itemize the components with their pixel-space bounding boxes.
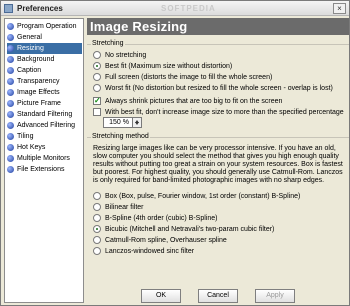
option-label: Catmull-Rom spline, Overhauser spline bbox=[105, 236, 227, 244]
sidebar-item-label: Image Effects bbox=[17, 89, 60, 96]
sidebar-item-resizing[interactable]: Resizing bbox=[7, 43, 82, 54]
bullet-icon bbox=[7, 45, 14, 52]
method-option-bicubic[interactable]: Bicubic (Mitchell and Netravali's two-pa… bbox=[93, 224, 274, 234]
method-group: Stretching method bbox=[87, 133, 349, 140]
option-label: Bilinear filter bbox=[105, 203, 144, 211]
sidebar-item-multiple-monitors[interactable]: Multiple Monitors bbox=[7, 153, 82, 164]
stretch-option-full-screen[interactable]: Full screen (distorts the image to fill … bbox=[93, 72, 272, 82]
checkbox[interactable] bbox=[93, 108, 101, 116]
percentage-input[interactable]: 150 % bbox=[103, 117, 133, 128]
method-option-box[interactable]: Box (Box, pulse, Fourier window, 1st ord… bbox=[93, 191, 300, 201]
sidebar-item-transparency[interactable]: Transparency bbox=[7, 76, 82, 87]
sidebar-item-caption[interactable]: Caption bbox=[7, 65, 82, 76]
ok-button[interactable]: OK bbox=[141, 289, 181, 303]
checkbox-checked[interactable] bbox=[93, 96, 101, 105]
stretching-group: Stretching bbox=[87, 40, 349, 47]
bullet-icon bbox=[7, 155, 14, 162]
radio-button[interactable] bbox=[93, 203, 101, 211]
sidebar-item-label: Multiple Monitors bbox=[17, 155, 70, 162]
sidebar-item-label: Standard Filtering bbox=[17, 111, 73, 118]
percentage-spinner[interactable]: 150 % bbox=[103, 117, 148, 128]
stretch-option-no-stretching[interactable]: No stretching bbox=[93, 50, 146, 60]
limit-percentage-checkbox[interactable]: With best fit, don't increase image size… bbox=[93, 107, 344, 117]
bullet-icon bbox=[7, 111, 14, 118]
sidebar-item-label: Advanced Filtering bbox=[17, 122, 75, 129]
spin-down-icon[interactable] bbox=[135, 122, 139, 125]
stretch-option-best-fit[interactable]: Best fit (Maximum size without distortio… bbox=[93, 61, 232, 71]
bullet-icon bbox=[7, 122, 14, 129]
sidebar-item-hot-keys[interactable]: Hot Keys bbox=[7, 142, 82, 153]
sidebar-item-label: Resizing bbox=[17, 45, 44, 52]
sidebar-item-image-effects[interactable]: Image Effects bbox=[7, 87, 82, 98]
watermark: SOFTPEDIA bbox=[161, 4, 216, 13]
method-option-catmull-rom[interactable]: Catmull-Rom spline, Overhauser spline bbox=[93, 235, 227, 245]
bullet-icon bbox=[7, 67, 14, 74]
option-label: B-Spline (4th order (cubic) B-Spline) bbox=[105, 214, 218, 222]
bullet-icon bbox=[7, 144, 14, 151]
bullet-icon bbox=[7, 23, 14, 30]
option-label: No stretching bbox=[105, 51, 147, 59]
option-label: Worst fit (No distortion but resized to … bbox=[105, 84, 333, 92]
radio-button-selected[interactable] bbox=[93, 62, 101, 70]
sidebar-item-label: Hot Keys bbox=[17, 144, 46, 151]
method-description: Resizing large images like can be very p… bbox=[93, 145, 343, 184]
bullet-icon bbox=[7, 166, 14, 173]
always-shrink-checkbox[interactable]: Always shrink pictures that are too big … bbox=[93, 96, 282, 106]
radio-button[interactable] bbox=[93, 51, 101, 59]
bullet-icon bbox=[7, 89, 14, 96]
bullet-icon bbox=[7, 34, 14, 41]
bullet-icon bbox=[7, 56, 14, 63]
window-title: Preferences bbox=[17, 4, 63, 13]
option-label: Lanczos-windowed sinc filter bbox=[105, 247, 195, 255]
sidebar-item-background[interactable]: Background bbox=[7, 54, 82, 65]
sidebar-item-label: Background bbox=[17, 56, 55, 63]
sidebar-item-label: General bbox=[17, 34, 42, 41]
option-label: Best fit (Maximum size without distortio… bbox=[105, 62, 233, 70]
method-option-lanczos[interactable]: Lanczos-windowed sinc filter bbox=[93, 246, 194, 256]
radio-button[interactable] bbox=[93, 236, 101, 244]
checkbox-label: With best fit, don't increase image size… bbox=[105, 108, 344, 116]
sidebar-item-label: Transparency bbox=[17, 78, 60, 85]
cancel-button[interactable]: Cancel bbox=[198, 289, 238, 303]
preferences-window: Preferences SOFTPEDIA × Program Operatio… bbox=[0, 0, 350, 306]
sidebar-item-label: Caption bbox=[17, 67, 42, 74]
radio-button-selected[interactable] bbox=[93, 225, 101, 233]
sidebar-item-tiling[interactable]: Tiling bbox=[7, 131, 82, 142]
sidebar-item-label: Program Operation bbox=[17, 23, 77, 30]
sidebar-item-label: File Extensions bbox=[17, 166, 65, 173]
app-icon bbox=[4, 4, 13, 13]
checkbox-label: Always shrink pictures that are too big … bbox=[105, 97, 283, 105]
sidebar-item-label: Tiling bbox=[17, 133, 34, 140]
spinner-buttons[interactable] bbox=[133, 117, 142, 128]
option-label: Box (Box, pulse, Fourier window, 1st ord… bbox=[105, 192, 301, 200]
option-label: Bicubic (Mitchell and Netravali's two-pa… bbox=[105, 225, 275, 233]
sidebar: Program Operation General Resizing Backg… bbox=[4, 18, 84, 303]
method-option-bspline[interactable]: B-Spline (4th order (cubic) B-Spline) bbox=[93, 213, 217, 223]
sidebar-item-label: Picture Frame bbox=[17, 100, 61, 107]
radio-button[interactable] bbox=[93, 73, 101, 81]
bullet-icon bbox=[7, 78, 14, 85]
radio-button[interactable] bbox=[93, 192, 101, 200]
title-bar[interactable]: Preferences SOFTPEDIA × bbox=[1, 1, 349, 16]
radio-button[interactable] bbox=[93, 214, 101, 222]
radio-button[interactable] bbox=[93, 84, 101, 92]
sidebar-item-general[interactable]: General bbox=[7, 32, 82, 43]
page-header: Image Resizing bbox=[87, 18, 349, 35]
sidebar-item-program-operation[interactable]: Program Operation bbox=[7, 21, 82, 32]
sidebar-item-advanced-filtering[interactable]: Advanced Filtering bbox=[7, 120, 82, 131]
stretch-option-worst-fit[interactable]: Worst fit (No distortion but resized to … bbox=[93, 83, 333, 93]
method-option-bilinear[interactable]: Bilinear filter bbox=[93, 202, 144, 212]
close-button[interactable]: × bbox=[333, 3, 346, 14]
stretching-group-title: Stretching bbox=[91, 40, 125, 47]
bullet-icon bbox=[7, 100, 14, 107]
bullet-icon bbox=[7, 133, 14, 140]
sidebar-item-standard-filtering[interactable]: Standard Filtering bbox=[7, 109, 82, 120]
sidebar-item-file-extensions[interactable]: File Extensions bbox=[7, 164, 82, 175]
apply-button[interactable]: Apply bbox=[255, 289, 295, 303]
page-title: Image Resizing bbox=[90, 19, 188, 34]
option-label: Full screen (distorts the image to fill … bbox=[105, 73, 273, 81]
sidebar-item-picture-frame[interactable]: Picture Frame bbox=[7, 98, 82, 109]
radio-button[interactable] bbox=[93, 247, 101, 255]
method-group-title: Stretching method bbox=[91, 133, 150, 140]
